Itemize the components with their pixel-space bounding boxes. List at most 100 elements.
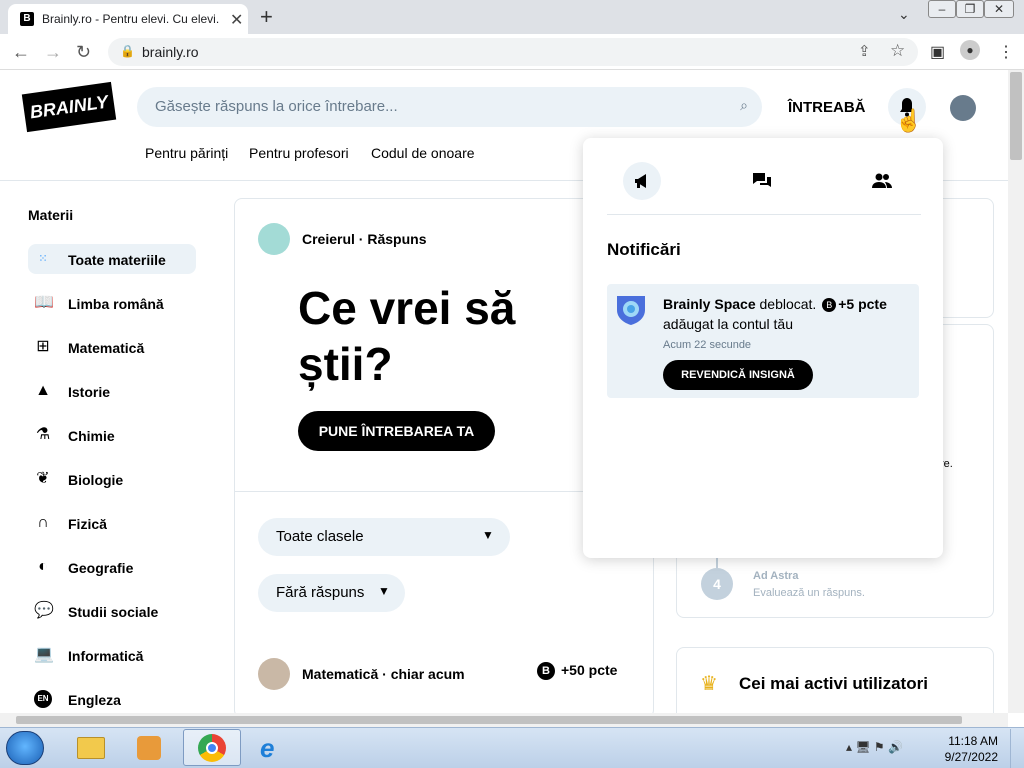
sidebar-item-informatics[interactable]: 💻 Informatică: [28, 640, 196, 670]
chevron-down-icon[interactable]: ⌄: [898, 6, 910, 23]
link-parents[interactable]: Pentru părinți: [145, 145, 228, 161]
leaf-icon: ❦: [36, 470, 50, 487]
notification-rest: adăugat la contul tău: [663, 316, 793, 332]
sidebar-item-label: Studii sociale: [68, 604, 159, 620]
web-page: BRAINLY Găsește răspuns la orice întreba…: [0, 70, 1008, 713]
folder-icon: [77, 737, 105, 759]
sidebar-item-history[interactable]: ▲ Istorie: [28, 376, 196, 406]
sidebar-item-chemistry[interactable]: ⚗ Chimie: [28, 420, 196, 450]
brain-bot-avatar: [258, 223, 290, 255]
notification-text: Brainly Space deblocat. B +5 pcte adăugat…: [663, 294, 913, 334]
system-tray-icons[interactable]: ▴ 🖥 ⚑ 🔊: [846, 740, 903, 754]
side-panel-icon[interactable]: ▣: [930, 42, 945, 62]
sidebar-item-english[interactable]: EN Engleza: [28, 684, 196, 713]
pyramid-icon: ▲: [35, 382, 51, 399]
sidebar-item-label: Limba română: [68, 296, 164, 312]
minimize-button[interactable]: –: [928, 0, 956, 18]
address-bar[interactable]: 🔒 brainly.ro ⇪ ☆: [108, 38, 918, 66]
chevron-down-icon: ▼: [482, 528, 494, 542]
question-meta: Matematică · chiar acum: [302, 666, 465, 682]
chevron-down-icon: ▼: [378, 584, 390, 598]
taskbar-chrome[interactable]: [183, 729, 241, 766]
brainly-points-icon: B: [537, 662, 555, 681]
sidebar-item-label: Matematică: [68, 340, 145, 356]
book-icon: 📖: [34, 294, 54, 311]
horizontal-scroll-thumb[interactable]: [16, 716, 962, 724]
close-window-button[interactable]: ✕: [984, 0, 1014, 18]
status-filter-value: Fără răspuns: [276, 584, 365, 601]
step-number: 4: [701, 568, 733, 600]
sidebar-item-label: Chimie: [68, 428, 115, 444]
sidebar-item-physics[interactable]: ∩ Fizică: [28, 508, 196, 538]
taskbar-ie[interactable]: e: [245, 729, 303, 766]
notification-action: deblocat.: [759, 296, 817, 312]
step-subtitle: Evaluează un răspuns.: [753, 587, 865, 599]
chrome-icon: [198, 734, 226, 762]
media-player-icon: [137, 736, 161, 760]
grade-filter-value: Toate clasele: [276, 528, 364, 545]
reload-icon[interactable]: ↻: [76, 42, 91, 63]
globe-icon: ◐: [38, 558, 48, 575]
claim-badge-button[interactable]: REVENDICĂ INSIGNĂ: [663, 360, 813, 390]
share-icon[interactable]: ⇪: [858, 42, 871, 60]
magnet-icon: ∩: [37, 514, 49, 531]
url-text[interactable]: brainly.ro: [142, 44, 199, 60]
sidebar-item-biology[interactable]: ❦ Biologie: [28, 464, 196, 494]
notification-time: Acum 22 secunde: [663, 339, 752, 351]
brainly-logo[interactable]: BRAINLY: [21, 81, 117, 133]
asker-avatar[interactable]: [258, 658, 290, 690]
sidebar-item-label: Istorie: [68, 384, 111, 400]
taskbar-media-player[interactable]: [122, 729, 180, 766]
show-desktop-button[interactable]: [1010, 729, 1024, 768]
grid-dots-icon: ⁙: [38, 253, 48, 265]
user-avatar[interactable]: [950, 95, 976, 121]
bookmark-star-icon[interactable]: ☆: [890, 41, 905, 61]
search-icon[interactable]: ⌕: [740, 97, 748, 114]
hero-heading: Ce vrei să știi?: [298, 280, 598, 392]
users-icon: [872, 173, 892, 188]
profile-icon[interactable]: ●: [960, 40, 980, 60]
points-value: +50 pcte: [561, 662, 618, 678]
sidebar-item-label: Fizică: [68, 516, 107, 532]
tab-friends[interactable]: [863, 162, 901, 200]
start-button[interactable]: [6, 731, 44, 765]
new-tab-icon[interactable]: +: [260, 4, 273, 30]
link-honor-code[interactable]: Codul de onoare: [371, 145, 475, 161]
megaphone-icon: [635, 174, 646, 188]
link-teachers[interactable]: Pentru profesori: [249, 145, 349, 161]
sidebar-item-math[interactable]: ⊞ Matematică: [28, 332, 196, 362]
vertical-scroll-thumb[interactable]: [1010, 72, 1022, 160]
browser-toolbar: ← → ↻ 🔒 brainly.ro ⇪ ☆ ▣ ● ⋮: [0, 34, 1024, 70]
active-users-title: Cei mai activi utilizatori: [739, 674, 928, 693]
clock[interactable]: 11:18 AM 9/27/2022: [932, 733, 998, 765]
tab-messages[interactable]: [743, 162, 781, 200]
close-tab-icon[interactable]: ✕: [230, 10, 243, 30]
sidebar-item-all[interactable]: ⁙ Toate materiile: [28, 244, 196, 274]
badge-name: Brainly Space: [663, 296, 756, 312]
ask-question-button[interactable]: PUNE ÎNTREBAREA TA: [298, 411, 495, 451]
back-icon[interactable]: ←: [12, 42, 30, 63]
taskbar-explorer[interactable]: [62, 729, 120, 766]
search-placeholder: Găsește răspuns la orice întrebare...: [155, 98, 398, 115]
grade-filter-select[interactable]: Toate clasele ▼: [258, 518, 510, 556]
crown-icon: ♛: [700, 673, 718, 695]
sidebar-item-label: Informatică: [68, 648, 144, 664]
menu-kebab-icon[interactable]: ⋮: [998, 42, 1014, 62]
calculator-icon: ⊞: [36, 338, 50, 355]
brainly-favicon-icon: B: [20, 12, 34, 26]
maximize-button[interactable]: ❐: [956, 0, 984, 18]
ask-link[interactable]: ÎNTREABĂ: [788, 99, 866, 116]
internet-explorer-icon: e: [260, 733, 275, 763]
search-input[interactable]: Găsește răspuns la orice întrebare... ⌕: [137, 87, 762, 127]
lock-icon[interactable]: 🔒: [120, 44, 135, 58]
sidebar-item-geography[interactable]: ◐ Geografie: [28, 552, 196, 582]
status-filter-select[interactable]: Fără răspuns ▼: [258, 574, 405, 612]
tab-notifications[interactable]: [623, 162, 661, 200]
notification-item[interactable]: Brainly Space deblocat. B +5 pcte adăugat…: [607, 284, 919, 398]
sidebar-item-social[interactable]: 💬 Studii sociale: [28, 596, 196, 626]
vertical-scrollbar[interactable]: [1008, 70, 1024, 713]
forward-icon[interactable]: →: [44, 42, 62, 63]
sidebar-item-romanian[interactable]: 📖 Limba română: [28, 288, 196, 318]
browser-tab[interactable]: B Brainly.ro - Pentru elevi. Cu elevi. ✕: [8, 4, 248, 34]
hand-cursor-icon: ☝: [895, 108, 923, 133]
